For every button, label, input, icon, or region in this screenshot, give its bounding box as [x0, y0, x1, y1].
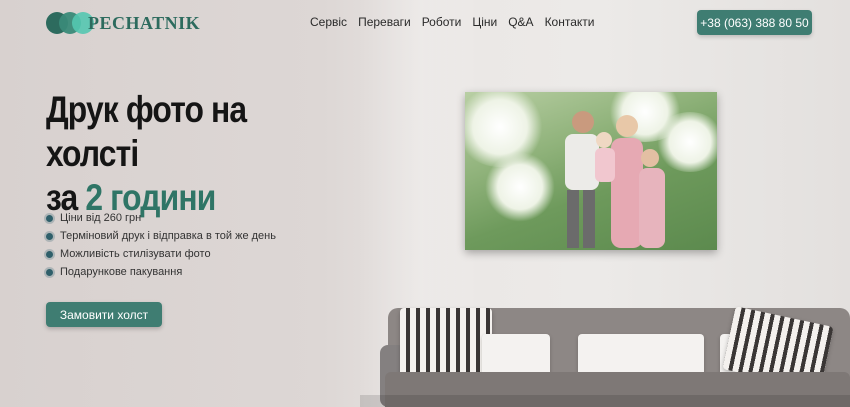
page-title: Друк фото на холсті за 2 години — [46, 88, 330, 220]
main-nav: Сервіс Переваги Роботи Ціни Q&A Контакти — [310, 15, 594, 29]
nav-item-advantages[interactable]: Переваги — [358, 15, 411, 29]
floor-shadow — [360, 395, 850, 407]
nav-item-service[interactable]: Сервіс — [310, 15, 347, 29]
feature-text: Можливість стилізувати фото — [60, 248, 211, 260]
feature-text: Подарункове пакування — [60, 266, 183, 278]
logo-text: PECHATNIK — [88, 12, 201, 33]
list-item: Подарункове пакування — [46, 263, 276, 281]
feature-text: Терміновий друк і відправка в той же ден… — [60, 230, 276, 242]
family-figures — [565, 111, 665, 248]
dot-icon — [46, 214, 53, 222]
title-line-1: Друк фото на холсті — [46, 89, 247, 174]
logo-circles-icon — [46, 12, 94, 34]
nav-item-prices[interactable]: Ціни — [472, 15, 497, 29]
feature-text: Ціни від 260 грн — [60, 212, 142, 224]
list-item: Можливість стилізувати фото — [46, 245, 276, 263]
canvas-photo — [465, 92, 717, 250]
list-item: Терміновий друк і відправка в той же ден… — [46, 227, 276, 245]
phone-button[interactable]: +38 (063) 388 80 50 — [697, 10, 812, 35]
nav-item-faq[interactable]: Q&A — [508, 15, 533, 29]
dot-icon — [46, 250, 53, 258]
dot-icon — [46, 268, 53, 276]
feature-list: Ціни від 260 грн Терміновий друк і відпр… — [46, 209, 276, 281]
nav-item-works[interactable]: Роботи — [422, 15, 462, 29]
nav-item-contacts[interactable]: Контакти — [545, 15, 595, 29]
list-item: Ціни від 260 грн — [46, 209, 276, 227]
striped-pillow-left — [400, 308, 492, 378]
dot-icon — [46, 232, 53, 240]
logo[interactable]: PECHATNIK — [46, 12, 200, 34]
order-canvas-button[interactable]: Замовити холст — [46, 302, 162, 327]
